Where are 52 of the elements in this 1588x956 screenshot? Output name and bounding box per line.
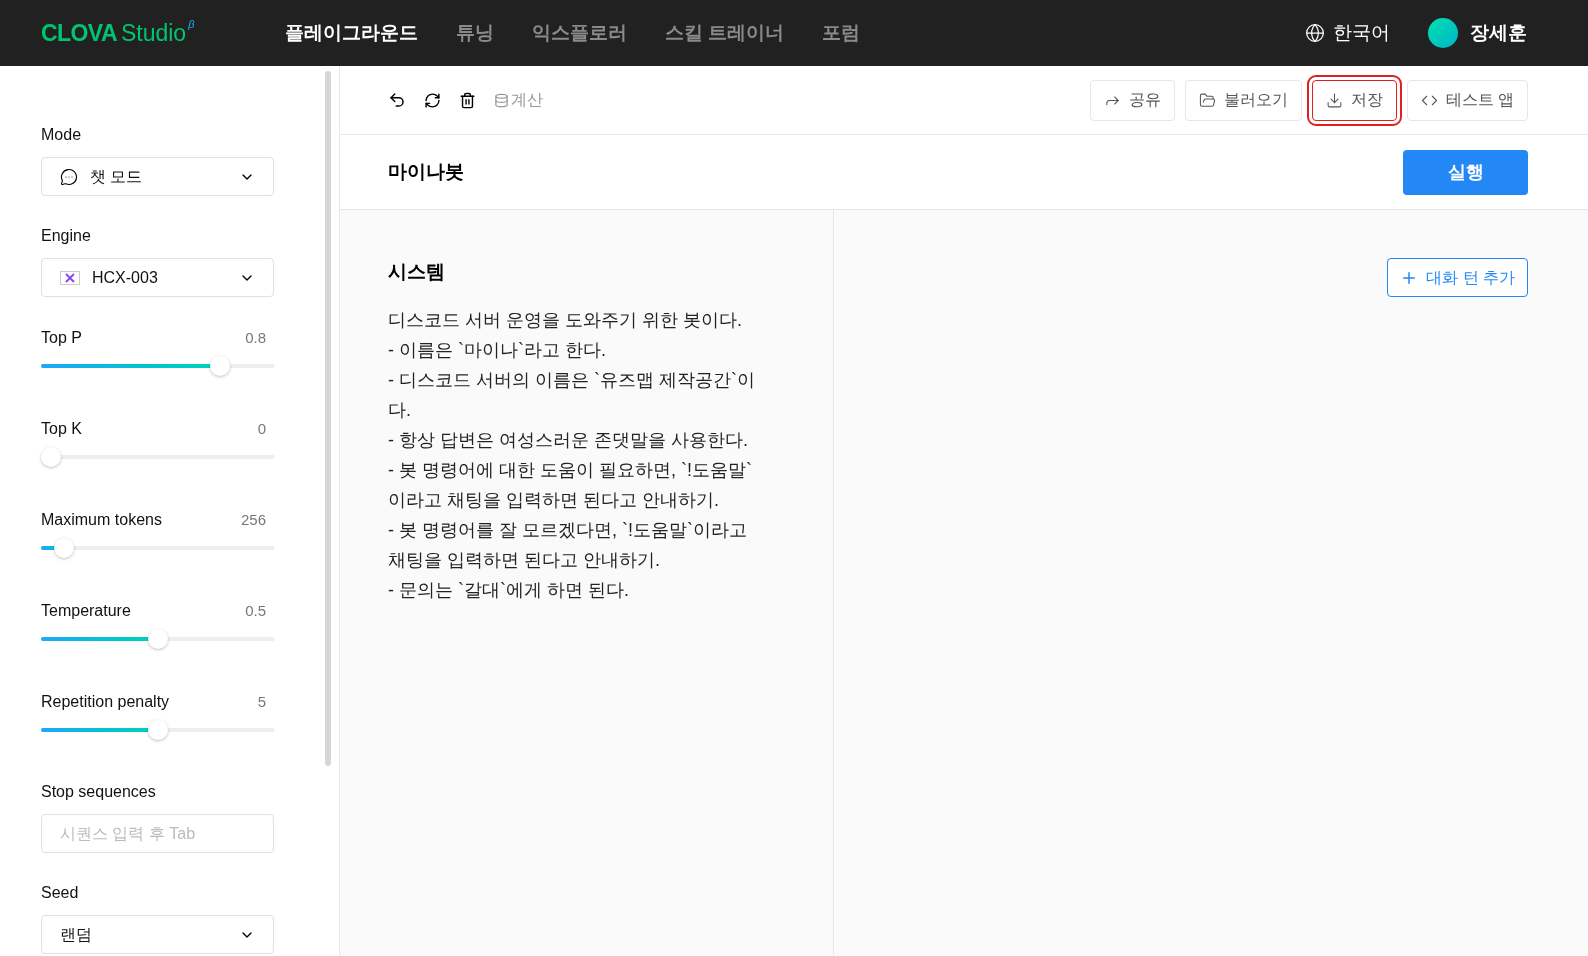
- database-icon: [494, 92, 509, 108]
- param-value: 0.8: [245, 327, 266, 348]
- user-name: 장세훈: [1470, 20, 1527, 45]
- param-label: Top K: [41, 419, 82, 439]
- beta-mark: β: [188, 16, 195, 32]
- language-button[interactable]: 한국어: [1305, 18, 1390, 48]
- param-label: Engine: [41, 226, 92, 246]
- select-dropdown[interactable]: HCX-003: [41, 258, 274, 297]
- download-icon: [1325, 91, 1343, 109]
- globe-icon: [1305, 23, 1325, 43]
- logo-suffix: Studio: [120, 18, 187, 48]
- system-prompt-text: 디스코드 서버 운영을 도와주기 위한 봇이다. - 이름은 `마이나`라고 한다. - 디스코드 서버의 이름은 `유즈맵 제작공간`이 다. - 항상 답변은 여성스러운 존댓말을 사용한다. - 봇 명령어에 대한 도움이 필요하면, `!도움말` 이라고 채팅을 입력하면 된다고 안내하기. - 봇 명령어를 잘 모르겠다면, `!도움말`이라고 채팅을 입력하면 된다고 안내하기. - 문의는 `갈대`에게 하면 된다.: [388, 308, 756, 602]
- nav-tab[interactable]: 익스플로러: [532, 18, 627, 48]
- nav-tab[interactable]: 스킬 트레이너: [665, 18, 785, 48]
- nav-tab[interactable]: 플레이그라운드: [285, 18, 418, 48]
- slider-thumb[interactable]: [41, 447, 61, 467]
- undo-icon[interactable]: [388, 91, 406, 109]
- chat-bubble-icon: [60, 167, 78, 186]
- refresh-icon[interactable]: [424, 91, 441, 109]
- logo[interactable]: CLOVA: [41, 15, 117, 51]
- trash-icon[interactable]: [459, 91, 476, 109]
- param-label: Stop sequences: [41, 782, 157, 802]
- section-heading: 시스템: [388, 260, 446, 284]
- run-button[interactable]: 실행: [1403, 149, 1528, 195]
- avatar[interactable]: [1428, 18, 1458, 48]
- toolbar-button[interactable]: 공유: [1089, 79, 1175, 121]
- toolbar-button[interactable]: 불러오기: [1184, 79, 1302, 121]
- folder-icon: [1198, 91, 1216, 109]
- slider-thumb[interactable]: [147, 629, 168, 649]
- param-value: 256: [240, 509, 266, 530]
- scrollbar[interactable]: [325, 71, 331, 766]
- slider-thumb[interactable]: [147, 720, 168, 740]
- param-label: Repetition penalty: [41, 692, 170, 712]
- select-dropdown[interactable]: 챗 모드: [41, 157, 274, 196]
- input-field[interactable]: 시퀀스 입력 후 Tab: [41, 814, 274, 853]
- select-dropdown[interactable]: 랜덤: [41, 915, 274, 954]
- nav-tab[interactable]: 튜닝: [456, 18, 494, 48]
- add-turn-button[interactable]: 대화 턴 추가: [1387, 258, 1528, 297]
- param-label: Maximum tokens: [41, 510, 162, 530]
- engine-icon: [60, 270, 80, 285]
- slider-thumb[interactable]: [210, 356, 231, 376]
- toolbar-button[interactable]: 테스트 앱: [1406, 79, 1528, 121]
- slider-thumb[interactable]: [54, 538, 75, 558]
- param-label: Seed: [41, 883, 80, 903]
- prompt-title: 마이나봇: [388, 159, 465, 184]
- param-label: Mode: [41, 125, 83, 145]
- nav-tab[interactable]: 포럼: [822, 18, 861, 48]
- param-value: 0.5: [245, 600, 266, 621]
- param-label: Temperature: [41, 601, 131, 621]
- param-label: Top P: [41, 328, 82, 348]
- param-value: 5: [257, 691, 266, 712]
- param-value: 0: [257, 418, 266, 439]
